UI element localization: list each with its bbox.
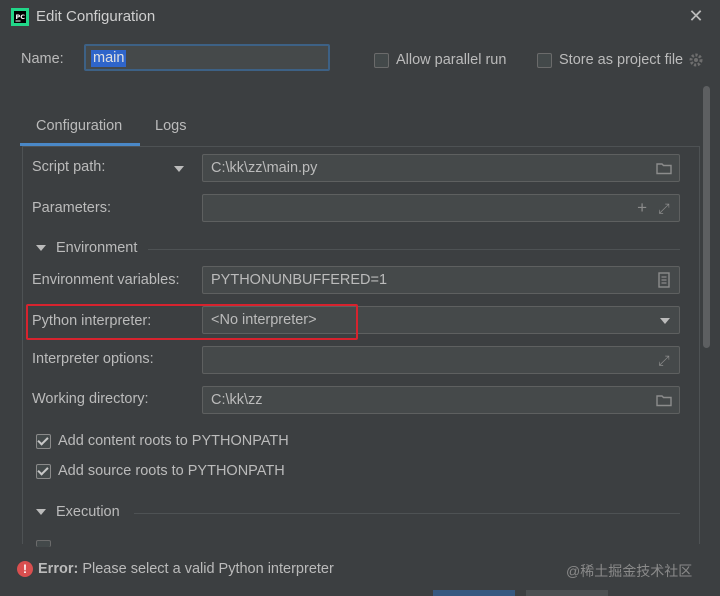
script-type-dropdown-icon[interactable]	[174, 166, 184, 172]
script-path-label: Script path:	[32, 159, 106, 175]
name-label: Name:	[21, 51, 64, 67]
error-message: Error: Please select a valid Python inte…	[38, 561, 334, 577]
add-icon[interactable]: +	[637, 198, 647, 218]
add-source-roots-checkbox[interactable]	[36, 464, 51, 479]
environment-section-title: Environment	[56, 240, 138, 256]
section-divider	[148, 249, 680, 250]
store-project-checkbox[interactable]	[537, 53, 552, 68]
error-icon: !	[17, 561, 33, 577]
environment-collapse-icon[interactable]	[36, 245, 46, 251]
error-prefix: Error:	[38, 561, 79, 577]
error-text: Please select a valid Python interpreter	[82, 561, 334, 577]
name-input[interactable]: main	[84, 44, 330, 71]
add-content-roots-label: Add content roots to PYTHONPATH	[58, 433, 289, 449]
env-vars-label: Environment variables:	[32, 272, 180, 288]
store-project-label: Store as project file	[559, 52, 684, 68]
parameters-field[interactable]: + ⤢	[202, 194, 680, 222]
pycharm-icon: PC	[11, 8, 29, 26]
scrollbar-thumb[interactable]	[703, 86, 710, 348]
script-path-value: C:\kk\zz\main.py	[211, 160, 318, 176]
interpreter-options-field[interactable]: ⤢	[202, 346, 680, 374]
expand-icon[interactable]: ⤢	[655, 351, 673, 369]
window-title: Edit Configuration	[36, 8, 156, 25]
tab-logs[interactable]: Logs	[155, 118, 186, 134]
section-divider	[134, 513, 680, 514]
cancel-button-edge[interactable]	[526, 590, 608, 596]
watermark: @稀土掘金技术社区	[566, 563, 693, 579]
annotation-highlight-box	[26, 304, 358, 340]
expand-icon[interactable]: ⤢	[655, 199, 673, 217]
document-icon[interactable]	[655, 271, 673, 289]
close-icon[interactable]: ✕	[686, 6, 706, 26]
interpreter-options-label: Interpreter options:	[32, 351, 154, 367]
name-input-value: main	[91, 50, 127, 67]
allow-parallel-label: Allow parallel run	[396, 52, 507, 68]
add-source-roots-label: Add source roots to PYTHONPATH	[58, 463, 285, 479]
add-content-roots-checkbox[interactable]	[36, 434, 51, 449]
partial-checkbox[interactable]	[36, 540, 51, 547]
svg-text:PC: PC	[16, 13, 26, 21]
allow-parallel-checkbox[interactable]	[374, 53, 389, 68]
tab-configuration[interactable]: Configuration	[36, 118, 122, 134]
script-path-field[interactable]: C:\kk\zz\main.py	[202, 154, 680, 182]
env-vars-value: PYTHONUNBUFFERED=1	[211, 272, 388, 288]
chevron-down-icon[interactable]	[660, 318, 670, 324]
working-dir-value: C:\kk\zz	[211, 392, 263, 408]
working-dir-label: Working directory:	[32, 391, 149, 407]
env-vars-field[interactable]: PYTHONUNBUFFERED=1	[202, 266, 680, 294]
ok-button-edge[interactable]	[433, 590, 515, 596]
gear-icon[interactable]	[688, 52, 704, 68]
execution-section-title: Execution	[56, 504, 120, 520]
parameters-label: Parameters:	[32, 200, 111, 216]
execution-collapse-icon[interactable]	[36, 509, 46, 515]
folder-icon[interactable]	[655, 391, 673, 409]
working-dir-field[interactable]: C:\kk\zz	[202, 386, 680, 414]
folder-icon[interactable]	[655, 159, 673, 177]
